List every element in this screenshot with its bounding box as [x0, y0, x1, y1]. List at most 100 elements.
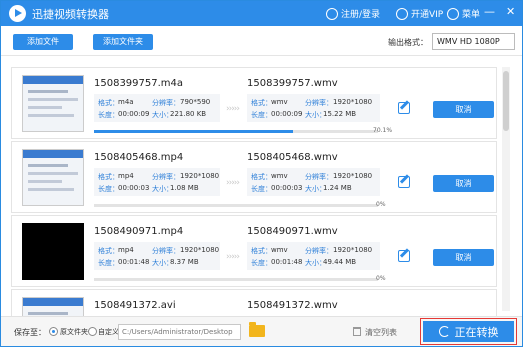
- source-filename: 1508399757.m4a: [94, 78, 184, 89]
- convert-arrow-icon: ›››››: [226, 104, 240, 114]
- output-path-input[interactable]: C:/Users/Administrator/Desktop: [118, 324, 241, 340]
- source-size: 221.80 KB: [170, 110, 207, 118]
- vip-label: 开通VIP: [411, 10, 444, 20]
- add-folder-button[interactable]: 添加文件夹: [93, 34, 153, 50]
- output-size: 49.44 MB: [323, 258, 357, 266]
- edit-icon[interactable]: [398, 176, 410, 188]
- file-list: 1508399757.m4a 格式： m4a 分辨率： 790*590 长度： …: [11, 61, 511, 317]
- progress-percent: 0%: [376, 275, 386, 282]
- duration-label: 长度：: [251, 185, 272, 193]
- duration-label: 长度：: [98, 259, 119, 267]
- source-info: 格式： m4a 分辨率： 790*590 长度： 00:00:09 大小： 22…: [94, 94, 220, 122]
- start-convert-inner: 正在转换: [423, 321, 514, 342]
- output-duration: 00:01:48: [271, 258, 303, 266]
- source-format: mp4: [118, 246, 134, 254]
- source-resolution: 1920*1080: [180, 246, 220, 254]
- progress-percent: 70.1%: [373, 127, 393, 134]
- source-duration: 00:00:03: [118, 184, 150, 192]
- output-size: 15.22 MB: [323, 110, 357, 118]
- format-label: 格式：: [98, 99, 119, 107]
- output-format-label: 输出格式：: [388, 38, 428, 47]
- source-size: 8.37 MB: [170, 258, 199, 266]
- start-convert-label: 正在转换: [454, 325, 499, 339]
- resolution-label: 分辨率：: [305, 173, 333, 181]
- vip-button[interactable]: 开通VIP: [396, 7, 443, 20]
- duration-label: 长度：: [251, 259, 272, 267]
- original-folder-label: 原文件夹: [60, 328, 88, 336]
- list-item: 1508405468.mp4 格式： mp4 分辨率： 1920*1080 长度…: [11, 141, 497, 213]
- resolution-label: 分辨率：: [152, 173, 180, 181]
- user-icon: [326, 7, 338, 20]
- format-label: 格式：: [251, 247, 272, 255]
- source-filename: 1508405468.mp4: [94, 152, 184, 163]
- cancel-button[interactable]: 取消: [433, 175, 494, 192]
- output-format: wmv: [271, 98, 288, 106]
- output-resolution: 1920*1080: [333, 246, 373, 254]
- progress-bar: [94, 278, 378, 281]
- output-size: 1.24 MB: [323, 184, 352, 192]
- app-logo-icon: [9, 5, 26, 22]
- output-duration: 00:00:09: [271, 110, 303, 118]
- duration-label: 长度：: [98, 185, 119, 193]
- app-window: 迅捷视频转换器 注册/登录 开通VIP 菜单 — ✕ 添加文件 添加文件夹 输出…: [0, 0, 523, 347]
- video-thumbnail: [22, 223, 84, 280]
- source-info: 格式： mp4 分辨率： 1920*1080 长度： 00:00:03 大小： …: [94, 168, 220, 196]
- save-to-label: 保存至：: [14, 328, 46, 337]
- folder-icon[interactable]: [249, 322, 265, 337]
- start-convert-button[interactable]: 正在转换: [420, 318, 517, 345]
- format-label: 格式：: [251, 99, 272, 107]
- source-size: 1.08 MB: [170, 184, 199, 192]
- cancel-button[interactable]: 取消: [433, 101, 494, 118]
- login-button[interactable]: 注册/登录: [326, 7, 380, 20]
- progress-bar: [94, 204, 378, 207]
- list-item: 1508491372.avi 1508491372.wmv: [11, 289, 497, 317]
- output-filename: 1508491372.wmv: [247, 300, 338, 311]
- bottom-bar: 保存至： 原文件夹 自定义 C:/Users/Administrator/Des…: [1, 316, 522, 346]
- source-duration: 00:01:48: [118, 258, 150, 266]
- menu-icon: [447, 7, 459, 20]
- resolution-label: 分辨率：: [152, 247, 180, 255]
- trash-icon[interactable]: [353, 327, 361, 336]
- resolution-label: 分辨率：: [305, 247, 333, 255]
- format-label: 格式：: [98, 247, 119, 255]
- menu-button[interactable]: 菜单: [447, 7, 480, 20]
- source-duration: 00:00:09: [118, 110, 150, 118]
- original-folder-radio[interactable]: [49, 327, 58, 336]
- cancel-button[interactable]: 取消: [433, 249, 494, 266]
- source-resolution: 790*590: [180, 98, 211, 106]
- progress-bar: [94, 130, 378, 133]
- clear-list-button[interactable]: 清空列表: [365, 327, 397, 338]
- custom-folder-radio[interactable]: [88, 327, 97, 336]
- refresh-icon: [438, 326, 450, 337]
- minimize-button[interactable]: —: [484, 5, 495, 18]
- scrollbar-thumb[interactable]: [503, 71, 509, 131]
- output-info: 格式： wmv 分辨率： 1920*1080 长度： 00:00:03 大小： …: [247, 168, 380, 196]
- source-format: m4a: [118, 98, 134, 106]
- edit-icon[interactable]: [398, 250, 410, 262]
- output-format-select[interactable]: WMV HD 1080P: [432, 33, 515, 50]
- close-button[interactable]: ✕: [506, 5, 515, 18]
- list-item: 1508399757.m4a 格式： m4a 分辨率： 790*590 长度： …: [11, 67, 497, 139]
- edit-icon[interactable]: [398, 102, 410, 114]
- video-thumbnail: [22, 297, 84, 317]
- output-resolution: 1920*1080: [333, 172, 373, 180]
- output-filename: 1508490971.wmv: [247, 226, 338, 237]
- custom-folder-label: 自定义: [98, 328, 119, 336]
- progress-percent: 0%: [376, 201, 386, 208]
- toolbar: 添加文件 添加文件夹 输出格式： WMV HD 1080P: [1, 26, 522, 56]
- source-filename: 1508490971.mp4: [94, 226, 184, 237]
- source-filename: 1508491372.avi: [94, 300, 176, 311]
- output-info: 格式： wmv 分辨率： 1920*1080 长度： 00:01:48 大小： …: [247, 242, 380, 270]
- source-format: mp4: [118, 172, 134, 180]
- output-format: wmv: [271, 246, 288, 254]
- progress-fill: [94, 130, 294, 133]
- app-title: 迅捷视频转换器: [32, 8, 109, 21]
- output-info: 格式： wmv 分辨率： 1920*1080 长度： 00:00:09 大小： …: [247, 94, 380, 122]
- source-resolution: 1920*1080: [180, 172, 220, 180]
- list-item: 1508490971.mp4 格式： mp4 分辨率： 1920*1080 长度…: [11, 215, 497, 287]
- source-info: 格式： mp4 分辨率： 1920*1080 长度： 00:01:48 大小： …: [94, 242, 220, 270]
- list-scrollbar[interactable]: [502, 67, 510, 311]
- login-label: 注册/登录: [341, 10, 381, 20]
- add-file-button[interactable]: 添加文件: [13, 34, 73, 50]
- resolution-label: 分辨率：: [305, 99, 333, 107]
